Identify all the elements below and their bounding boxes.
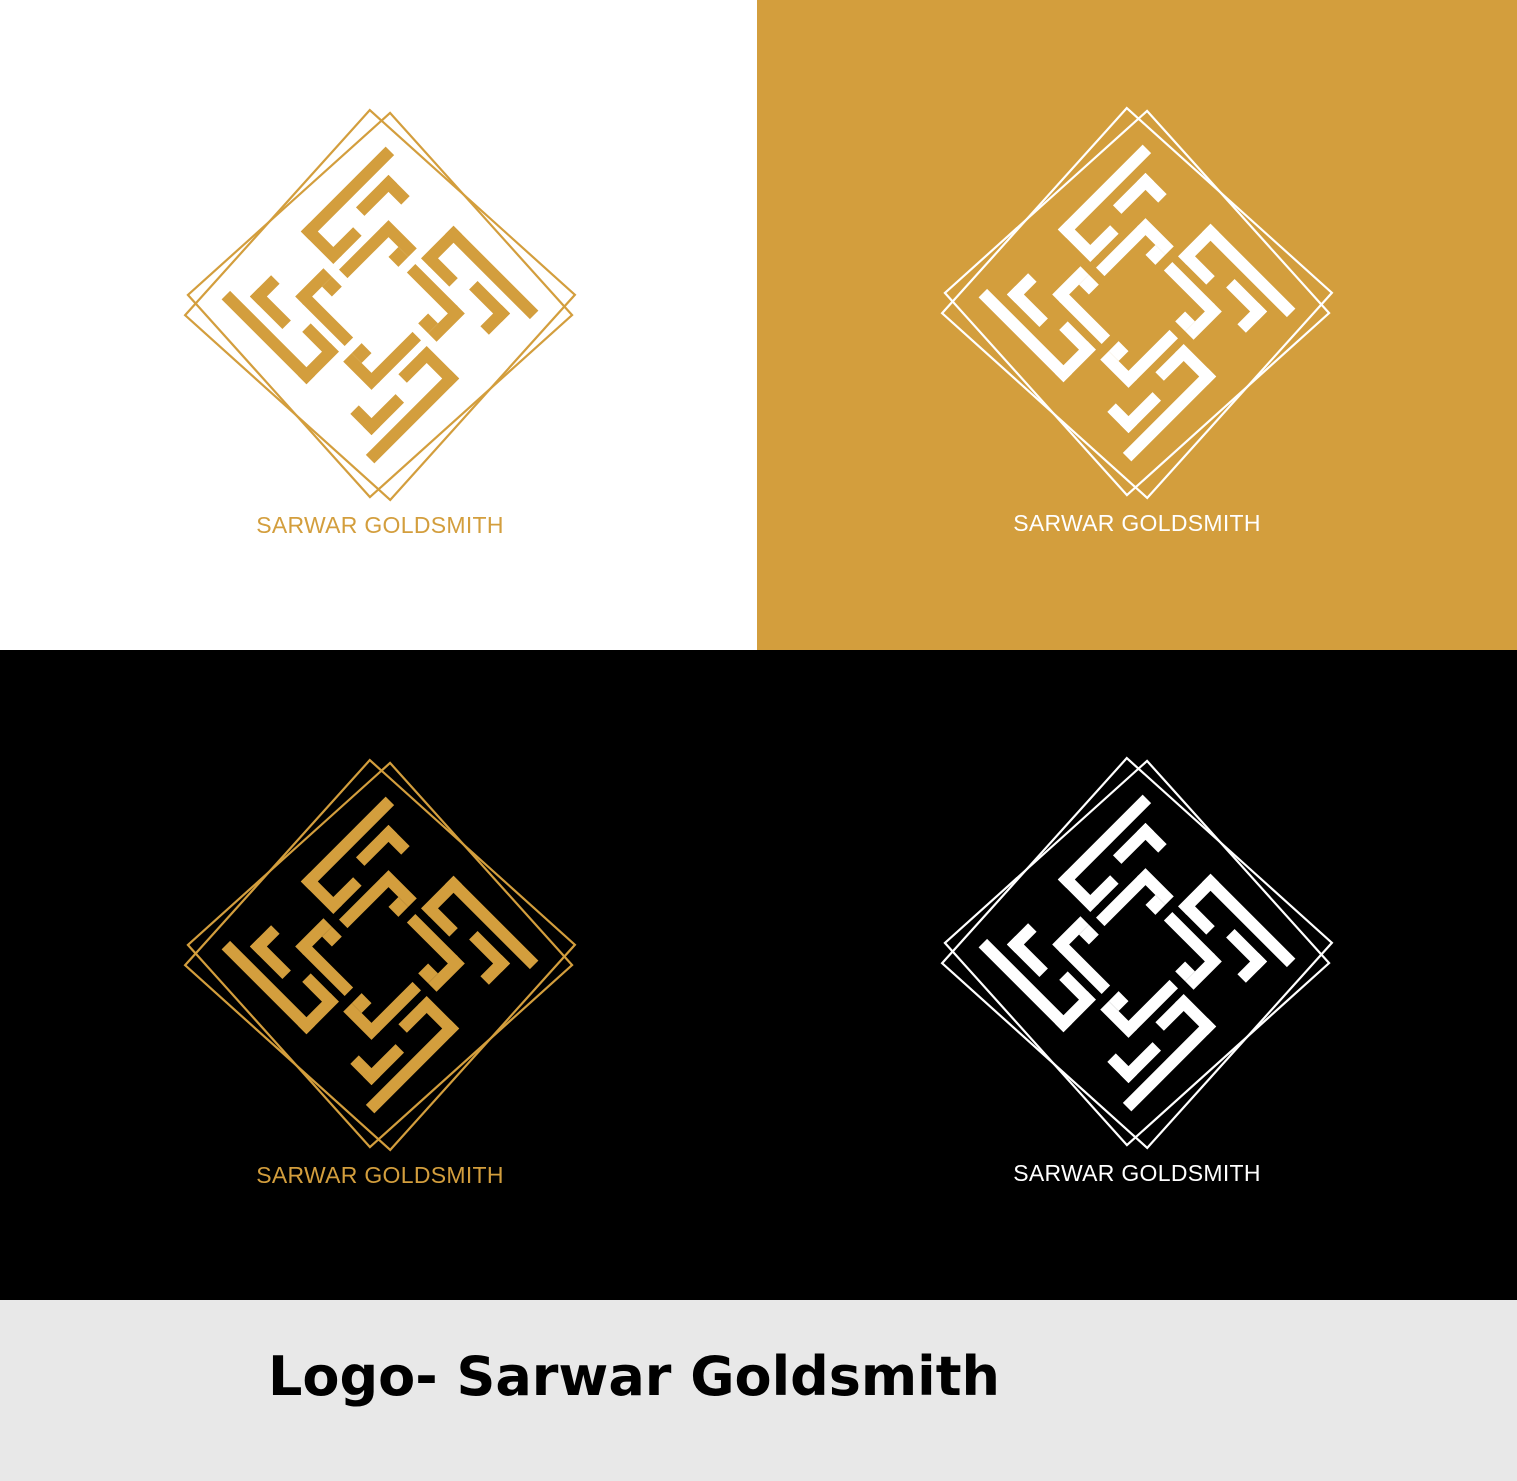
logo-panel-white-on-black: SARWAR GOLDSMITH (757, 650, 1517, 1300)
kufic-logo-icon (180, 755, 580, 1155)
logo-panel-gold-on-white: SARWAR GOLDSMITH (0, 0, 757, 650)
brand-name: SARWAR GOLDSMITH (256, 1162, 504, 1188)
brand-name: SARWAR GOLDSMITH (256, 512, 504, 538)
logo-panel-gold-on-black: SARWAR GOLDSMITH (0, 650, 757, 1300)
kufic-logo-icon (937, 103, 1337, 503)
brand-name: SARWAR GOLDSMITH (1013, 510, 1261, 536)
brand-name: SARWAR GOLDSMITH (1013, 1160, 1261, 1186)
kufic-logo-icon (937, 753, 1337, 1153)
kufic-logo-icon (180, 105, 580, 505)
footer-caption-bar: Logo- Sarwar Goldsmith (0, 1300, 1517, 1481)
page-title: Logo- Sarwar Goldsmith (268, 1345, 1000, 1408)
logo-panel-white-on-gold: SARWAR GOLDSMITH (757, 0, 1517, 650)
